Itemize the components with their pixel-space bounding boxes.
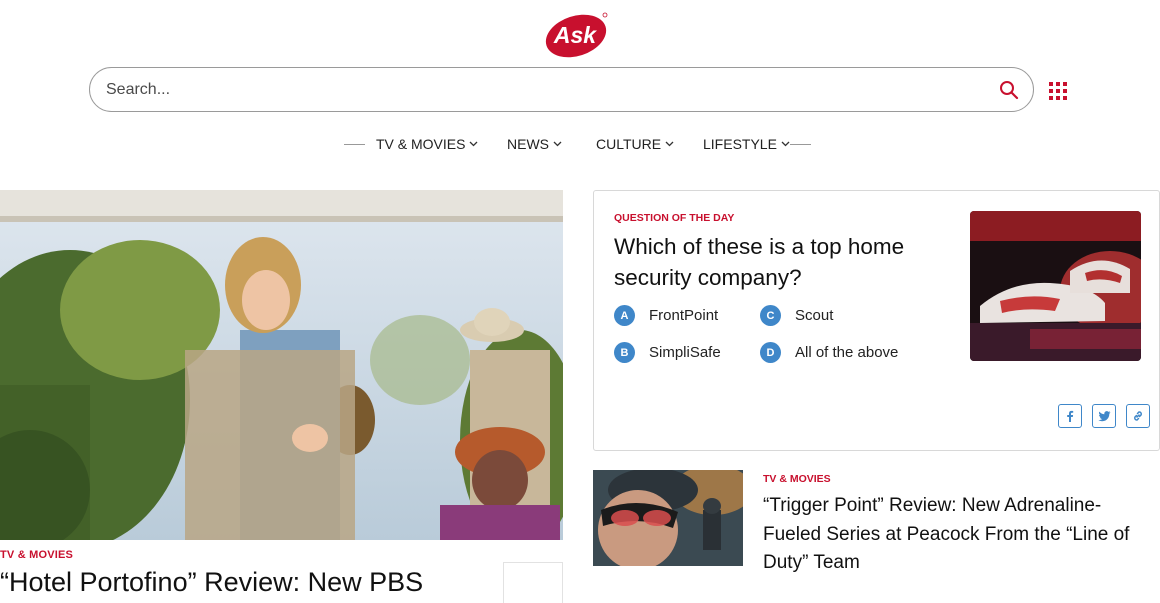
hero-thumbnail-placeholder bbox=[503, 562, 563, 603]
facebook-icon[interactable] bbox=[1058, 404, 1082, 428]
category-nav: TV & MOVIES NEWS CULTURE LIFESTYLE bbox=[0, 134, 1160, 154]
qotd-option-b[interactable]: B SimpliSafe bbox=[614, 342, 721, 363]
qotd-option-c[interactable]: C Scout bbox=[760, 305, 833, 326]
nav-item-news[interactable]: NEWS bbox=[507, 136, 562, 152]
ask-logo[interactable]: Ask bbox=[544, 10, 610, 58]
question-of-the-day-card: QUESTION OF THE DAY Which of these is a … bbox=[593, 190, 1160, 451]
search-bar bbox=[89, 67, 1034, 112]
option-text: FrontPoint bbox=[649, 307, 719, 324]
hero-image[interactable] bbox=[0, 190, 563, 540]
option-text: SimpliSafe bbox=[649, 344, 721, 361]
nav-divider bbox=[790, 144, 811, 145]
option-badge: A bbox=[614, 305, 635, 326]
article-title[interactable]: “Trigger Point” Review: New Adrenaline-F… bbox=[763, 492, 1153, 578]
qotd-question: Which of these is a top home security co… bbox=[614, 234, 905, 290]
option-text: All of the above bbox=[795, 344, 899, 361]
nav-item-lifestyle[interactable]: LIFESTYLE bbox=[703, 136, 790, 152]
nav-item-culture[interactable]: CULTURE bbox=[596, 136, 674, 152]
option-badge: D bbox=[760, 342, 781, 363]
chevron-down-icon bbox=[781, 141, 790, 147]
search-icon[interactable] bbox=[999, 80, 1019, 100]
twitter-icon[interactable] bbox=[1092, 404, 1116, 428]
search-input[interactable] bbox=[106, 68, 966, 111]
qotd-option-a[interactable]: A FrontPoint bbox=[614, 305, 718, 326]
nav-item-label: LIFESTYLE bbox=[703, 136, 777, 152]
logo-text: Ask bbox=[553, 22, 597, 48]
option-badge: B bbox=[614, 342, 635, 363]
apps-grid-icon[interactable] bbox=[1049, 82, 1067, 100]
nav-item-label: CULTURE bbox=[596, 136, 662, 152]
qotd-image bbox=[970, 211, 1141, 361]
option-text: Scout bbox=[795, 307, 834, 324]
qotd-option-d[interactable]: D All of the above bbox=[760, 342, 898, 363]
nav-item-tv-movies[interactable]: TV & MOVIES bbox=[376, 136, 478, 152]
nav-item-label: NEWS bbox=[507, 136, 549, 152]
article-image[interactable] bbox=[593, 470, 743, 566]
chevron-down-icon bbox=[470, 141, 478, 147]
chevron-down-icon bbox=[665, 141, 674, 147]
hero-category[interactable]: TV & MOVIES bbox=[0, 549, 73, 561]
link-icon[interactable] bbox=[1126, 404, 1150, 428]
nav-divider bbox=[344, 144, 365, 145]
nav-item-label: TV & MOVIES bbox=[376, 136, 466, 152]
hero-title[interactable]: “Hotel Portofino” Review: New PBS bbox=[0, 567, 423, 598]
chevron-down-icon bbox=[553, 141, 562, 147]
option-badge: C bbox=[760, 305, 781, 326]
article-category[interactable]: TV & MOVIES bbox=[763, 473, 831, 485]
qotd-label: QUESTION OF THE DAY bbox=[614, 212, 735, 224]
